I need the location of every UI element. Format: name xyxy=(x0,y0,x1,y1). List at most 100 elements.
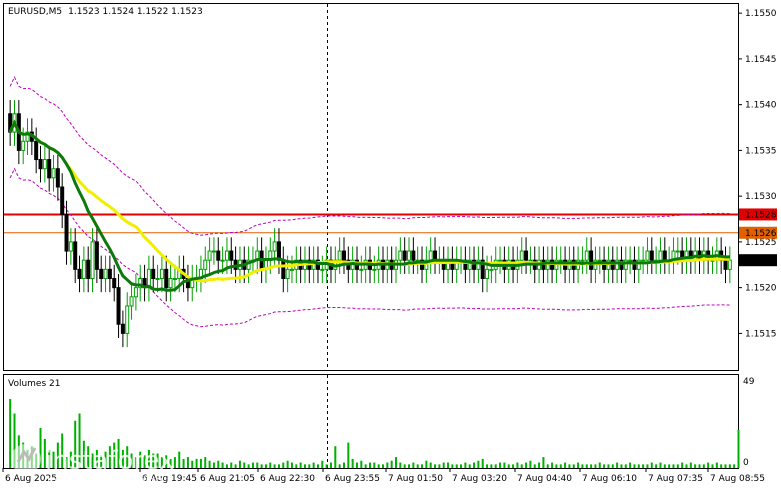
title-symbol: EURUSD,M5 xyxy=(8,7,62,17)
volume-bar xyxy=(403,464,406,468)
volume-bar xyxy=(715,462,718,468)
volume-bar xyxy=(551,462,554,468)
volume-bar xyxy=(494,464,497,468)
candle-body xyxy=(211,250,216,253)
candle-body xyxy=(589,250,594,270)
volume-bar xyxy=(251,462,254,468)
volume-label: Volumes 21 xyxy=(8,379,60,389)
candle-body xyxy=(103,268,108,280)
volume-bar xyxy=(512,464,515,468)
volume-bar xyxy=(299,462,302,468)
candle-body xyxy=(229,250,234,261)
volume-bar xyxy=(355,462,358,468)
candle-body xyxy=(641,259,646,262)
x-tick-label: 7 Aug 03:20 xyxy=(452,474,507,484)
price-tags: 1.1528 1.1526 1.1523 xyxy=(739,208,777,267)
candle-body xyxy=(164,268,169,289)
volume-bar xyxy=(659,462,662,468)
volume-bar xyxy=(676,464,679,468)
candle-body xyxy=(38,159,43,170)
x-tick-label: 6 Aug 21:05 xyxy=(200,474,255,484)
volume-bar xyxy=(390,460,393,468)
volume-bar xyxy=(434,464,437,468)
volume-bar xyxy=(182,458,185,468)
candle-body xyxy=(645,250,650,261)
volume-bar xyxy=(672,464,675,468)
volume-bar xyxy=(655,464,658,468)
volume-bar xyxy=(646,464,649,468)
volume-bar xyxy=(538,462,541,468)
volume-bar xyxy=(360,460,363,468)
volume-bar xyxy=(473,462,476,468)
volume-bar xyxy=(208,460,211,468)
x-tick-label: 7 Aug 07:35 xyxy=(648,474,703,484)
volume-bar xyxy=(546,464,549,468)
volume-bar xyxy=(728,464,731,468)
volume-bar xyxy=(290,462,293,468)
volume-bar xyxy=(577,462,580,468)
logo-icon xyxy=(11,444,41,474)
volume-bar xyxy=(412,462,415,468)
volume-bar xyxy=(650,462,653,468)
y-tick-label: 1.1520 xyxy=(745,284,777,294)
volume-bar xyxy=(303,464,306,468)
volume-bar xyxy=(503,462,506,468)
candle-body xyxy=(398,250,403,261)
volume-bar xyxy=(191,460,194,468)
candle-body xyxy=(558,259,563,262)
x-tick-label: 7 Aug 08:55 xyxy=(710,474,765,484)
candle-body xyxy=(34,140,39,161)
volume-scale-min: 0 xyxy=(743,458,749,468)
candle-body xyxy=(519,250,524,261)
logo-tagline: Instant Forex Trading xyxy=(47,474,163,487)
candle-body xyxy=(402,250,407,261)
candle-body xyxy=(658,250,663,261)
volume-bar xyxy=(568,464,571,468)
volume-bar xyxy=(603,464,606,468)
volume-bar xyxy=(629,462,632,468)
candle-body xyxy=(64,213,69,252)
volume-bar xyxy=(277,464,280,468)
candle-body xyxy=(21,140,26,151)
candle-body xyxy=(281,259,286,280)
volume-bar xyxy=(642,464,645,468)
volume-bar xyxy=(529,460,532,468)
candle-body xyxy=(112,278,117,289)
volume-bar xyxy=(238,460,241,468)
candle-body xyxy=(172,278,177,280)
volume-bar xyxy=(221,462,224,468)
volume-bar xyxy=(516,462,519,468)
candle-body xyxy=(120,323,125,334)
volume-bar xyxy=(564,462,567,468)
volume-bar xyxy=(663,464,666,468)
volume-bar xyxy=(468,464,471,468)
volume-bar xyxy=(633,464,636,468)
volume-bar xyxy=(321,460,324,468)
volume-bar xyxy=(256,462,259,468)
volume-bar xyxy=(351,458,354,468)
y-tick-label: 1.1530 xyxy=(745,192,777,202)
volume-bar xyxy=(204,457,207,468)
volume-bar xyxy=(585,464,588,468)
volume-bar xyxy=(590,464,593,468)
volume-bar xyxy=(334,446,337,468)
volume-bar xyxy=(555,464,558,468)
volume-bar xyxy=(438,464,441,468)
candle-body xyxy=(723,259,728,270)
volume-bar xyxy=(616,462,619,468)
candle-body xyxy=(224,250,229,261)
y-tick-label: 1.1515 xyxy=(745,329,777,339)
volume-bar xyxy=(733,464,736,468)
y-tick-label: 1.1535 xyxy=(745,146,777,156)
volume-bar xyxy=(425,460,428,468)
candle-body xyxy=(151,268,156,280)
volume-bar xyxy=(247,464,250,468)
candle-body xyxy=(42,159,47,170)
x-tick-label: 6 Aug 23:55 xyxy=(325,474,380,484)
x-tick-label: 7 Aug 04:40 xyxy=(517,474,572,484)
volume-bar xyxy=(212,462,215,468)
volume-bar xyxy=(342,462,345,468)
candle-body xyxy=(428,250,433,261)
price-tag-label: 1.1528 xyxy=(745,210,777,220)
candle-body xyxy=(272,241,277,252)
